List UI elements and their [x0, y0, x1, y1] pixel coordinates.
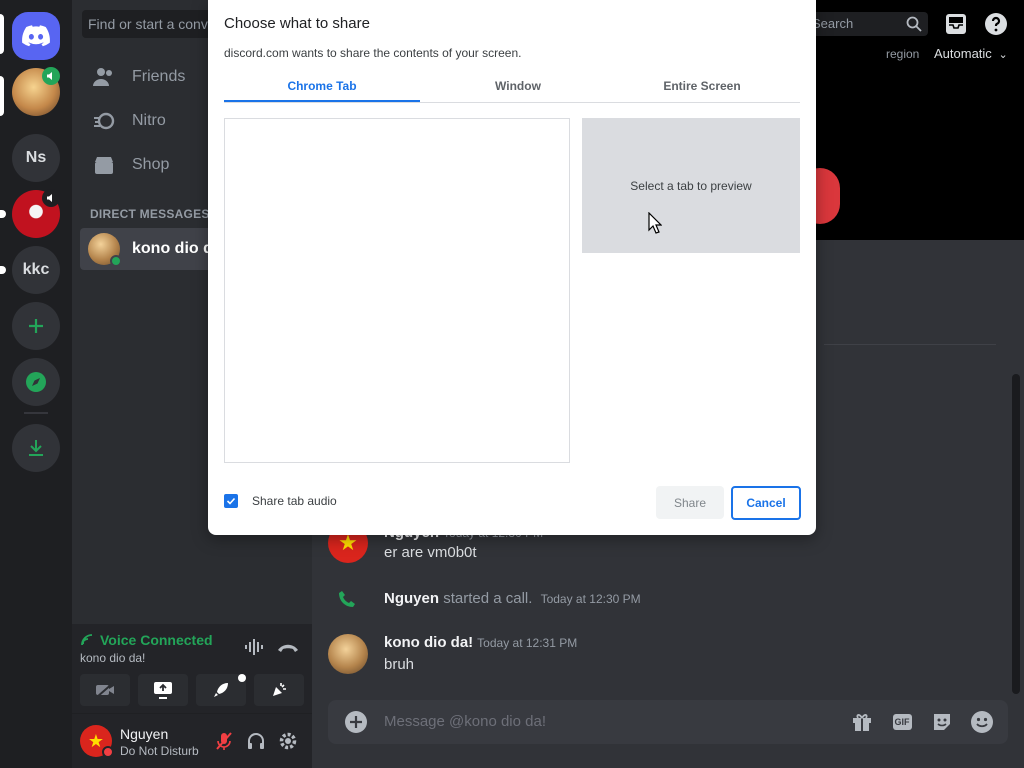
download-icon [29, 440, 43, 456]
gift-button[interactable] [850, 710, 874, 734]
cancel-button[interactable]: Cancel [731, 486, 801, 520]
chevron-down-icon: ⌄ [998, 49, 1008, 61]
tab-list[interactable] [224, 118, 570, 463]
message-input[interactable]: Message @kono dio da! [384, 713, 546, 730]
online-status-dot [110, 255, 122, 267]
help-icon [985, 13, 1007, 35]
voice-channel-name: kono dio da! [80, 651, 146, 665]
server-rail: Ns kkc [0, 0, 72, 768]
rocket-icon [214, 683, 228, 697]
soundboard-icon [273, 683, 286, 696]
user-panel: ★ Nguyen Do Not Disturb [72, 714, 312, 768]
camera-button[interactable] [80, 674, 130, 706]
screen-share-button[interactable] [138, 674, 188, 706]
rail-divider [24, 412, 48, 414]
deafen-button[interactable] [244, 729, 268, 753]
gif-button[interactable]: GIF [890, 710, 914, 734]
speaker-icon [42, 189, 60, 207]
camera-off-icon [96, 682, 114, 698]
voice-indicator [0, 76, 4, 116]
message-timestamp: Today at 12:31 PM [477, 636, 578, 650]
mic-muted-icon [216, 732, 232, 750]
dialog-description: discord.com wants to share the contents … [224, 46, 522, 60]
screen-share-icon [154, 682, 172, 699]
share-tab-audio-checkbox[interactable] [224, 494, 238, 508]
unread-indicator [0, 266, 6, 274]
search-icon [906, 16, 922, 32]
message-author[interactable]: Nguyen [384, 590, 439, 607]
voice-connected-label: Voice Connected [80, 632, 213, 648]
gear-icon [279, 732, 297, 750]
compass-icon [26, 372, 46, 392]
user-name: Nguyen [120, 726, 169, 742]
emoji-button[interactable] [970, 710, 994, 734]
server-kkc[interactable]: kkc [12, 246, 60, 294]
plus-icon [29, 319, 43, 333]
tab-preview: Select a tab to preview [582, 118, 800, 253]
user-settings-button[interactable] [276, 729, 300, 753]
dialog-title: Choose what to share [224, 15, 370, 32]
attach-button[interactable] [344, 710, 368, 734]
sticker-icon [934, 714, 950, 730]
dnd-status-dot [102, 746, 114, 758]
inbox-icon [946, 14, 966, 34]
shop-icon [95, 157, 113, 174]
tab-window[interactable]: Window [420, 72, 616, 102]
disconnect-button[interactable] [276, 640, 300, 659]
message-text: bruh [384, 656, 415, 673]
phone-icon [338, 590, 356, 613]
share-screen-dialog: Choose what to share discord.com wants t… [208, 0, 816, 535]
soundboard-button[interactable] [254, 674, 304, 706]
region-select[interactable]: Automatic ⌄ [934, 46, 1008, 61]
unread-indicator [0, 210, 6, 218]
nitro-icon [94, 112, 115, 130]
plus-circle-icon [345, 711, 367, 733]
message-author[interactable]: kono dio da! Today at 12:31 PM [384, 634, 577, 651]
discord-logo-icon [22, 25, 50, 47]
speaker-icon [42, 67, 60, 85]
help-button[interactable] [984, 12, 1008, 41]
checkmark-icon [226, 497, 236, 505]
tab-entire-screen[interactable]: Entire Screen [604, 72, 800, 102]
friends-icon [93, 68, 112, 86]
user-status: Do Not Disturb [120, 744, 199, 758]
mute-button[interactable] [212, 729, 236, 753]
message-timestamp: Today at 12:30 PM [540, 592, 641, 606]
region-label: region [886, 47, 920, 61]
avatar [88, 233, 122, 267]
hang-up-icon [278, 644, 298, 652]
noise-suppression-button[interactable] [244, 638, 266, 661]
share-tab-audio-option[interactable]: Share tab audio [224, 494, 337, 508]
headphones-icon [248, 733, 264, 749]
message-divider [824, 344, 996, 345]
signal-icon [81, 634, 93, 646]
add-server-button[interactable] [12, 302, 60, 350]
inbox-button[interactable] [944, 12, 968, 41]
home-button[interactable] [12, 12, 60, 60]
waveform-icon [245, 639, 263, 655]
avatar[interactable] [328, 634, 368, 674]
selected-indicator [0, 14, 4, 54]
message-text: er are vm0b0t [384, 544, 477, 561]
download-apps-button[interactable] [12, 424, 60, 472]
messages-scrollbar[interactable] [1012, 374, 1020, 694]
new-activity-dot [238, 674, 246, 682]
mouse-cursor-icon [648, 211, 663, 239]
explore-button[interactable] [12, 358, 60, 406]
sticker-button[interactable] [930, 710, 954, 734]
tab-chrome-tab[interactable]: Chrome Tab [224, 72, 420, 102]
dm-header: DIRECT MESSAGES [90, 207, 210, 221]
message-composer[interactable]: Message @kono dio da! GIF [328, 700, 1008, 744]
voice-connection-panel: Voice Connected kono dio da! [72, 624, 312, 714]
share-button[interactable]: Share [656, 486, 724, 519]
gift-icon [853, 714, 871, 731]
emoji-icon [971, 711, 993, 733]
server-ns[interactable]: Ns [12, 134, 60, 182]
share-source-tabs: Chrome Tab Window Entire Screen [224, 72, 800, 103]
system-call-message: Nguyen started a call. Today at 12:30 PM [384, 590, 641, 607]
